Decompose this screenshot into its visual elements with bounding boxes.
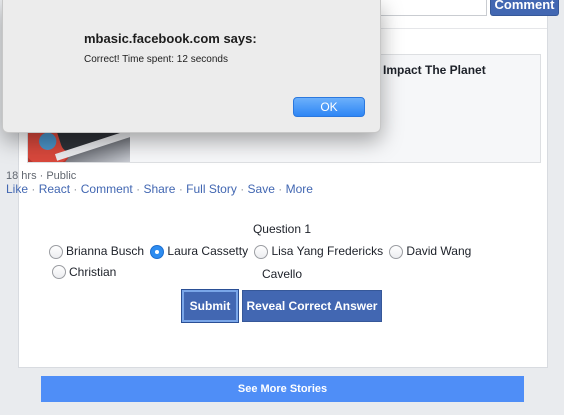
- alert-dialog: mbasic.facebook.com says: Correct! Time …: [2, 0, 381, 133]
- separator: ·: [278, 182, 286, 196]
- comment-button[interactable]: Comment: [490, 0, 559, 16]
- option-david-wang[interactable]: David Wang: [389, 243, 471, 260]
- separator: ·: [31, 182, 39, 196]
- ok-button[interactable]: OK: [293, 97, 365, 117]
- option-label: Brianna Busch: [66, 244, 145, 258]
- like-link[interactable]: Like: [6, 182, 28, 196]
- option-laura-cassetty[interactable]: Laura Cassetty: [150, 243, 248, 260]
- option-brianna-busch[interactable]: Brianna Busch: [49, 243, 144, 260]
- see-more-stories-button[interactable]: See More Stories: [41, 376, 524, 402]
- full-story-link[interactable]: Full Story: [186, 182, 237, 196]
- option-label: Lisa Yang Fredericks: [271, 244, 384, 258]
- dialog-message: Correct! Time spent: 12 seconds: [84, 54, 228, 65]
- share-link[interactable]: Share: [143, 182, 175, 196]
- option-lisa-yang-fredericks[interactable]: Lisa Yang Fredericks: [254, 243, 383, 260]
- dialog-title: mbasic.facebook.com says:: [84, 31, 257, 46]
- radio-button[interactable]: [389, 244, 404, 259]
- option-label: Laura Cassetty: [167, 244, 249, 258]
- radio-button-selected[interactable]: [150, 244, 165, 259]
- post-meta: 18 hrs · Public: [6, 170, 77, 182]
- separator: ·: [73, 182, 81, 196]
- post-actions: Like · React · Comment · Share · Full St…: [6, 182, 313, 196]
- radio-button[interactable]: [49, 244, 63, 259]
- separator: ·: [240, 182, 248, 196]
- more-link[interactable]: More: [286, 182, 313, 196]
- react-link[interactable]: React: [39, 182, 70, 196]
- option-label: David Wang: [406, 244, 472, 258]
- reveal-answer-button[interactable]: Reveal Correct Answer: [242, 290, 382, 322]
- option-label-continuation: Cavello: [261, 267, 303, 281]
- comment-link[interactable]: Comment: [81, 182, 133, 196]
- question-title: Question 1: [252, 222, 312, 236]
- quiz-buttons: Submit Reveal Correct Answer: [182, 290, 382, 322]
- radio-button[interactable]: [254, 244, 269, 259]
- save-link[interactable]: Save: [248, 182, 275, 196]
- attachment-title[interactable]: Impact The Planet: [383, 63, 538, 77]
- submit-button[interactable]: Submit: [182, 290, 238, 322]
